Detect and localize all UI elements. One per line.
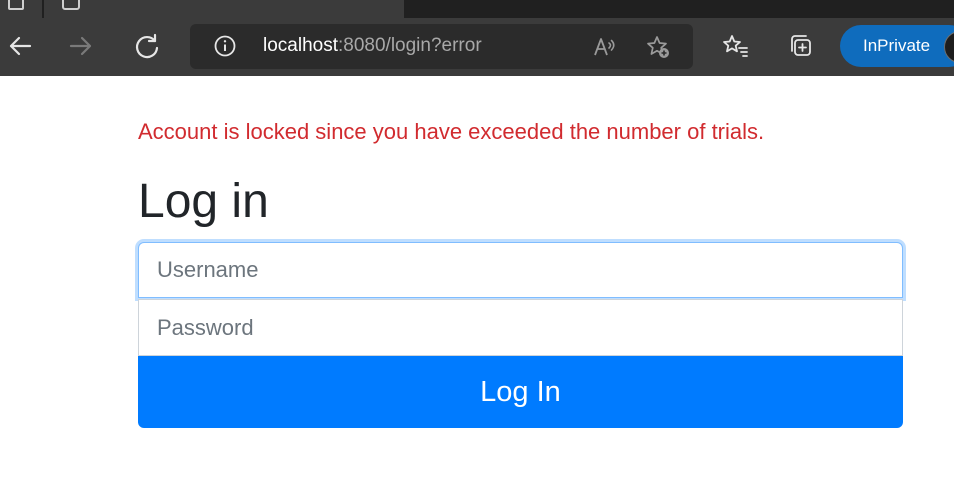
site-info-icon[interactable]	[214, 35, 236, 57]
refresh-button[interactable]	[127, 26, 167, 66]
browser-toolbar: localhost:8080/login?error InPrivate	[0, 18, 954, 76]
address-host: localhost	[263, 35, 338, 56]
browser-chrome: localhost:8080/login?error InPrivate	[0, 0, 954, 76]
tab-actions-icon	[8, 0, 24, 10]
address-url[interactable]: localhost:8080/login?error	[263, 35, 482, 57]
page-title: Log in	[138, 175, 269, 228]
refresh-icon	[135, 33, 159, 59]
tab-strip	[0, 0, 954, 18]
tab-next[interactable]	[405, 0, 445, 18]
collections-icon[interactable]	[787, 31, 817, 61]
login-button[interactable]: Log In	[138, 356, 903, 428]
inprivate-button[interactable]: InPrivate	[840, 25, 954, 67]
back-arrow-icon	[9, 36, 32, 56]
error-message: Account is locked since you have exceede…	[138, 119, 765, 144]
inprivate-label: InPrivate	[863, 36, 931, 55]
address-bar[interactable]: localhost:8080/login?error	[190, 24, 693, 69]
forward-arrow-icon	[69, 36, 92, 56]
forward-button[interactable]	[61, 26, 101, 66]
tab-actions-button[interactable]	[0, 0, 42, 18]
favorites-icon[interactable]	[720, 31, 750, 61]
username-input[interactable]	[138, 242, 903, 298]
back-button[interactable]	[0, 26, 40, 66]
page-favicon-icon	[62, 0, 80, 10]
add-favorite-icon[interactable]	[645, 34, 671, 60]
tab-active[interactable]	[44, 0, 404, 18]
address-path: :8080/login?error	[338, 35, 482, 56]
profile-avatar-icon	[944, 31, 954, 63]
password-input[interactable]	[138, 299, 903, 356]
read-aloud-icon[interactable]	[592, 34, 618, 60]
